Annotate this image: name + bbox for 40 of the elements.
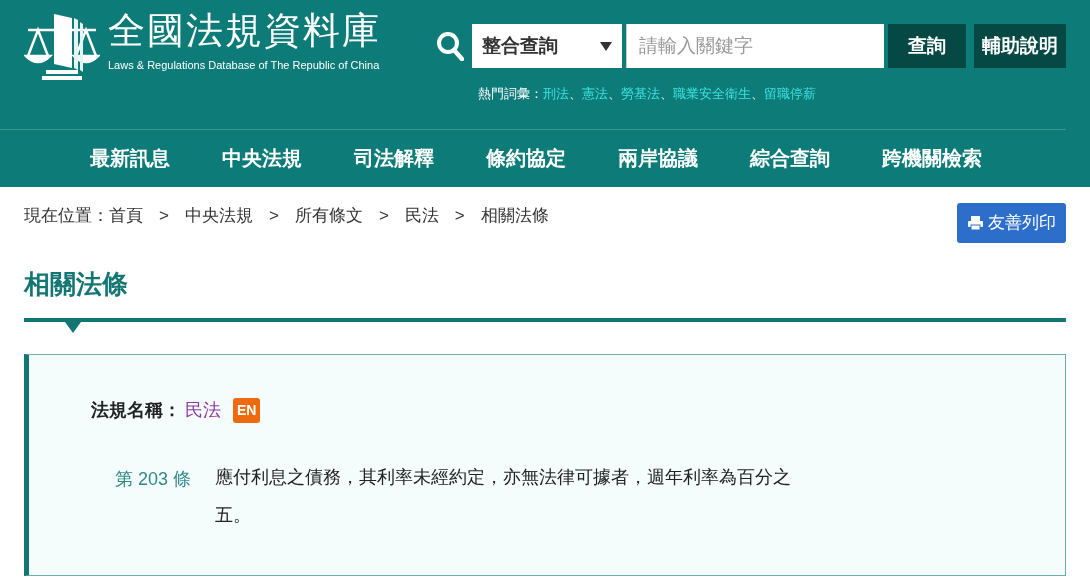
nav-link[interactable]: 兩岸協議 [592, 130, 724, 187]
site-title: 全國法規資料庫 [108, 12, 381, 49]
hot-term-link[interactable]: 留職停薪 [764, 86, 816, 101]
page-title: 相關法條 [24, 267, 129, 301]
scope-dropdown[interactable]: 整合查詢 [472, 24, 622, 68]
hot-terms: 刑法、憲法、勞基法、職業安全衛生、留職停薪 [543, 85, 816, 103]
search-button[interactable]: 查詢 [888, 24, 966, 68]
hot-term-link[interactable]: 勞基法 [621, 86, 660, 101]
nav-link[interactable]: 跨機關檢索 [856, 130, 1008, 187]
breadcrumb-separator: > [159, 205, 169, 227]
nav-link[interactable]: 司法解釋 [328, 130, 460, 187]
site-subtitle: Laws & Regulations Database of The Republic of China [108, 58, 381, 73]
law-name-label: 法規名稱： [91, 398, 181, 422]
hot-term-link[interactable]: 憲法 [582, 86, 608, 101]
hot-term-link[interactable]: 職業安全衛生 [673, 86, 751, 101]
search-icon[interactable] [436, 31, 464, 61]
print-button[interactable]: 友善列印 [957, 203, 1066, 243]
breadcrumb-separator: > [268, 205, 279, 227]
breadcrumb-link[interactable]: 民法 [404, 203, 439, 229]
breadcrumb-link[interactable]: 中央法規 [184, 203, 253, 229]
law-name-link[interactable]: 民法 [185, 396, 221, 424]
nav-link[interactable]: 綜合查詢 [724, 130, 856, 187]
article-number[interactable]: 第 203 條 [91, 465, 191, 534]
caret-icon [600, 41, 612, 51]
nav-link[interactable]: 條約協定 [460, 130, 592, 187]
breadcrumb-label: 現在位置： [24, 205, 109, 227]
article-text: 應付利息之債務，其利率未經約定，亦無法律可據者，週年利率為百分之五。 [215, 465, 792, 527]
breadcrumb-separator: > [454, 205, 465, 227]
printer-icon [967, 214, 984, 231]
breadcrumb-link[interactable]: 所有條文 [294, 203, 363, 229]
hot-label: 熱門詞彙： [478, 85, 543, 103]
english-badge[interactable]: EN [233, 397, 261, 423]
nav-link[interactable]: 最新訊息 [64, 130, 196, 187]
breadcrumb-separator: > [378, 205, 389, 227]
breadcrumb-link[interactable]: 首頁 [109, 203, 143, 229]
breadcrumb-current: 相關法條 [480, 205, 549, 227]
nav-link[interactable]: 中央法規 [196, 130, 328, 187]
help-button[interactable]: 輔助說明 [974, 24, 1066, 68]
hot-term-link[interactable]: 刑法 [543, 86, 569, 101]
keyword-input[interactable]: 請輸入關鍵字 [626, 24, 884, 68]
